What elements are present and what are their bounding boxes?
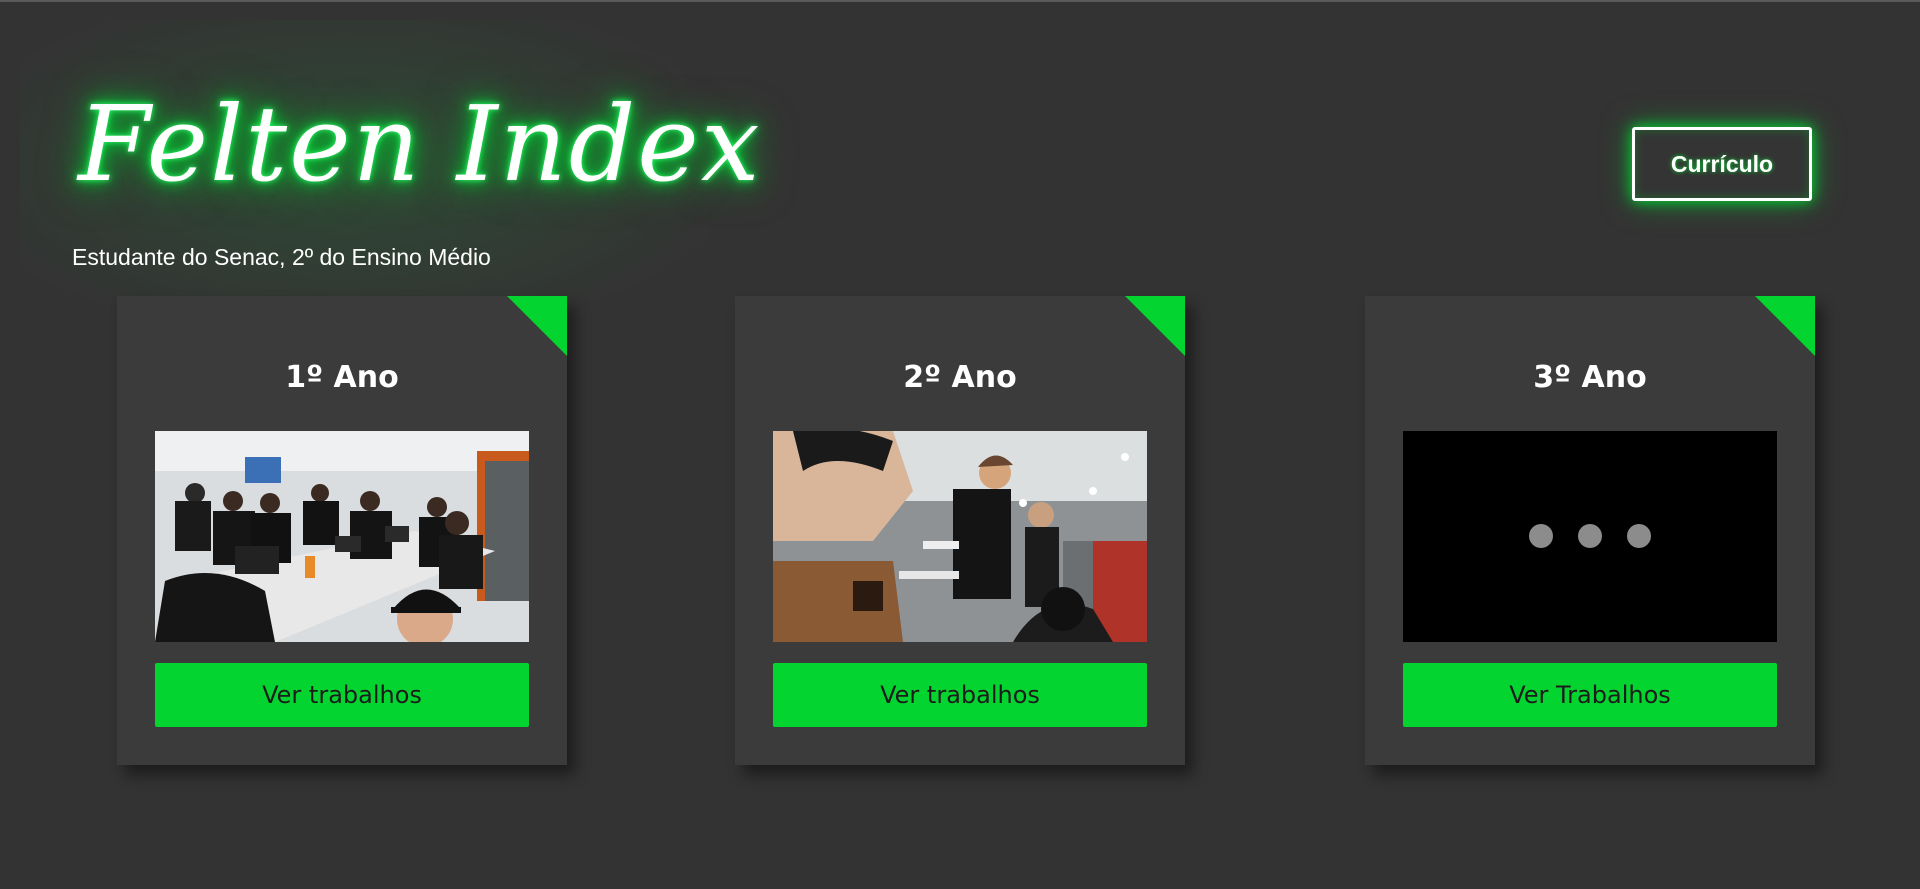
corner-ribbon-icon — [507, 296, 567, 356]
site-title: Felten Index — [78, 83, 762, 205]
class-photo-1 — [155, 431, 529, 642]
top-border — [0, 0, 1920, 2]
curriculum-button[interactable]: Currículo — [1632, 127, 1812, 201]
card-title: 3º Ano — [1533, 360, 1647, 395]
view-works-button-2[interactable]: Ver trabalhos — [773, 663, 1147, 727]
site-subtitle: Estudante do Senac, 2º do Ensino Médio — [72, 244, 491, 270]
loading-dots-icon — [1529, 524, 1553, 548]
loading-dots-icon — [1627, 524, 1651, 548]
year-card-1: 1º Ano Ver trabalhos — [117, 296, 567, 765]
card-title: 1º Ano — [285, 360, 399, 395]
year-card-2: 2º Ano Ver trabalhos — [735, 296, 1185, 765]
view-works-button-3[interactable]: Ver Trabalhos — [1403, 663, 1777, 727]
class-photo-2 — [773, 431, 1147, 642]
corner-ribbon-icon — [1125, 296, 1185, 356]
loading-dots-icon — [1578, 524, 1602, 548]
card-title: 2º Ano — [903, 360, 1017, 395]
view-works-button-1[interactable]: Ver trabalhos — [155, 663, 529, 727]
year-card-3: 3º Ano Ver Trabalhos — [1365, 296, 1815, 765]
corner-ribbon-icon — [1755, 296, 1815, 356]
loading-placeholder — [1403, 431, 1777, 642]
